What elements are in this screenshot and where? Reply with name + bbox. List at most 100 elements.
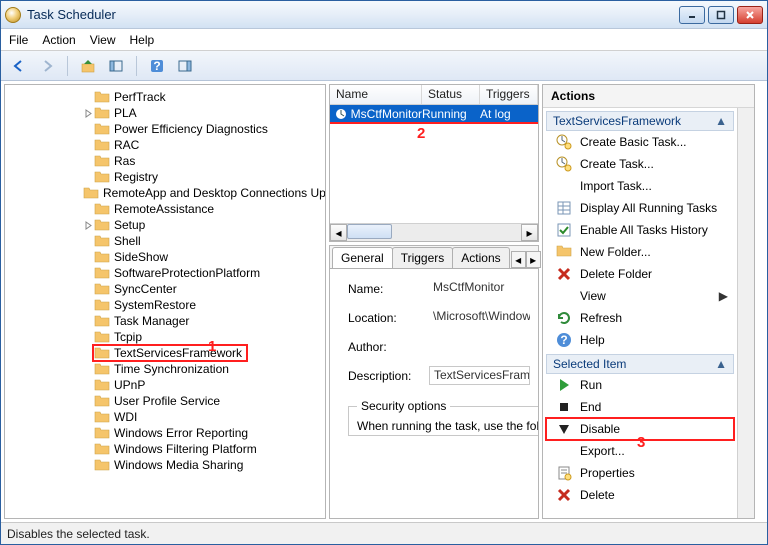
action-display-all-running-tasks[interactable]: Display All Running Tasks [546, 197, 734, 219]
tree-item[interactable]: Windows Media Sharing [5, 457, 325, 473]
tree-item[interactable]: Windows Error Reporting [5, 425, 325, 441]
action-refresh[interactable]: Refresh [546, 307, 734, 329]
tree-item[interactable]: Windows Filtering Platform [5, 441, 325, 457]
scroll-thumb[interactable] [347, 224, 392, 239]
tree-item[interactable]: PLA [5, 105, 325, 121]
action-label: Export... [580, 444, 625, 458]
menu-view[interactable]: View [90, 33, 116, 47]
panel-toggle-2[interactable] [173, 54, 197, 78]
maximize-button[interactable] [708, 6, 734, 24]
tree-item[interactable]: SideShow [5, 249, 325, 265]
tab-general[interactable]: General [332, 247, 393, 268]
actions-list: TextServicesFramework▲ Create Basic Task.… [543, 108, 737, 518]
forward-button[interactable] [35, 54, 59, 78]
tree-item[interactable]: Task Manager [5, 313, 325, 329]
tree-item[interactable]: Shell [5, 233, 325, 249]
action-label: Disable [580, 422, 620, 436]
tab-triggers[interactable]: Triggers [392, 247, 454, 268]
tree-item-label: WDI [114, 410, 137, 424]
action-run[interactable]: Run [546, 374, 734, 396]
close-button[interactable] [737, 6, 763, 24]
tree-item-label: Setup [114, 218, 145, 232]
submenu-arrow-icon: ▶ [719, 289, 728, 303]
tree-item[interactable]: SystemRestore [5, 297, 325, 313]
action-help[interactable]: ?Help [546, 329, 734, 351]
vertical-scrollbar[interactable] [737, 108, 754, 518]
tree-item-label: Registry [114, 170, 158, 184]
author-value [429, 337, 530, 356]
folder-icon [94, 426, 110, 440]
expand-icon[interactable] [83, 221, 94, 230]
action-delete-folder[interactable]: Delete Folder [546, 263, 734, 285]
expand-icon[interactable] [83, 109, 94, 118]
action-properties[interactable]: Properties [546, 462, 734, 484]
actions-section-header[interactable]: TextServicesFramework▲ [546, 111, 734, 131]
column-status[interactable]: Status [422, 85, 480, 104]
action-label: Delete Folder [580, 267, 652, 281]
tree-item[interactable]: SoftwareProtectionPlatform [5, 265, 325, 281]
folder-icon [94, 282, 110, 296]
column-triggers[interactable]: Triggers [480, 85, 538, 104]
folder-icon [94, 266, 110, 280]
menu-help[interactable]: Help [130, 33, 155, 47]
up-button[interactable] [76, 54, 100, 78]
tree-item[interactable]: Ras [5, 153, 325, 169]
action-label: Display All Running Tasks [580, 201, 717, 215]
description-label: Description: [348, 369, 423, 383]
action-import-task[interactable]: Import Task... [546, 175, 734, 197]
panel-toggle-1[interactable] [104, 54, 128, 78]
tree-item[interactable]: Setup [5, 217, 325, 233]
action-label: Properties [580, 466, 635, 480]
props-icon [556, 465, 572, 481]
tree-item[interactable]: TextServicesFramework [5, 345, 325, 361]
tree-item[interactable]: SyncCenter [5, 281, 325, 297]
tab-scroll-left[interactable]: ◂ [511, 251, 526, 268]
tab-actions[interactable]: Actions [452, 247, 509, 268]
description-value[interactable]: TextServicesFramework [429, 366, 530, 385]
tree-item[interactable]: RemoteAssistance [5, 201, 325, 217]
menu-file[interactable]: File [9, 33, 28, 47]
tab-scroll-right[interactable]: ▸ [526, 251, 541, 268]
action-create-basic-task[interactable]: Create Basic Task... [546, 131, 734, 153]
tree-item-label: TextServicesFramework [114, 346, 242, 360]
tree-item[interactable]: Registry [5, 169, 325, 185]
blank-icon [556, 288, 572, 304]
window-controls [679, 6, 763, 24]
action-create-task[interactable]: Create Task... [546, 153, 734, 175]
tree-item[interactable]: WDI [5, 409, 325, 425]
scroll-track[interactable] [347, 224, 521, 241]
action-delete[interactable]: Delete [546, 484, 734, 506]
new-icon [556, 156, 572, 172]
tree-item[interactable]: Time Synchronization [5, 361, 325, 377]
tree-item[interactable]: UPnP [5, 377, 325, 393]
menu-action[interactable]: Action [42, 33, 75, 47]
scroll-right-button[interactable]: ▸ [521, 224, 538, 241]
back-button[interactable] [7, 54, 31, 78]
action-end[interactable]: End [546, 396, 734, 418]
tree-item[interactable]: PerfTrack [5, 89, 325, 105]
tree-item[interactable]: RemoteApp and Desktop Connections Update [5, 185, 325, 201]
tree-item[interactable]: Tcpip [5, 329, 325, 345]
actions-section-header[interactable]: Selected Item▲ [546, 354, 734, 374]
tree-item[interactable]: RAC [5, 137, 325, 153]
column-name[interactable]: Name [330, 85, 422, 104]
name-value: MsCtfMonitor [429, 279, 530, 298]
horizontal-scrollbar[interactable]: ◂ ▸ [330, 223, 538, 241]
action-new-folder[interactable]: New Folder... [546, 241, 734, 263]
annotation-3: 3 [637, 434, 645, 451]
tree-item-label: Task Manager [114, 314, 189, 328]
action-view[interactable]: View▶ [546, 285, 734, 307]
scroll-left-button[interactable]: ◂ [330, 224, 347, 241]
action-label: Create Basic Task... [580, 135, 687, 149]
minimize-button[interactable] [679, 6, 705, 24]
tree-pane[interactable]: PerfTrackPLAPower Efficiency Diagnostics… [4, 84, 326, 519]
app-icon [5, 7, 21, 23]
tree-item-label: Windows Filtering Platform [114, 442, 257, 456]
task-row[interactable]: MsCtfMonitor Running At log [330, 105, 538, 122]
action-enable-all-tasks-history[interactable]: Enable All Tasks History [546, 219, 734, 241]
tree-item[interactable]: Power Efficiency Diagnostics [5, 121, 325, 137]
tree-item[interactable]: User Profile Service [5, 393, 325, 409]
tree-item-label: RAC [114, 138, 139, 152]
end-icon [556, 399, 572, 415]
help-button[interactable]: ? [145, 54, 169, 78]
